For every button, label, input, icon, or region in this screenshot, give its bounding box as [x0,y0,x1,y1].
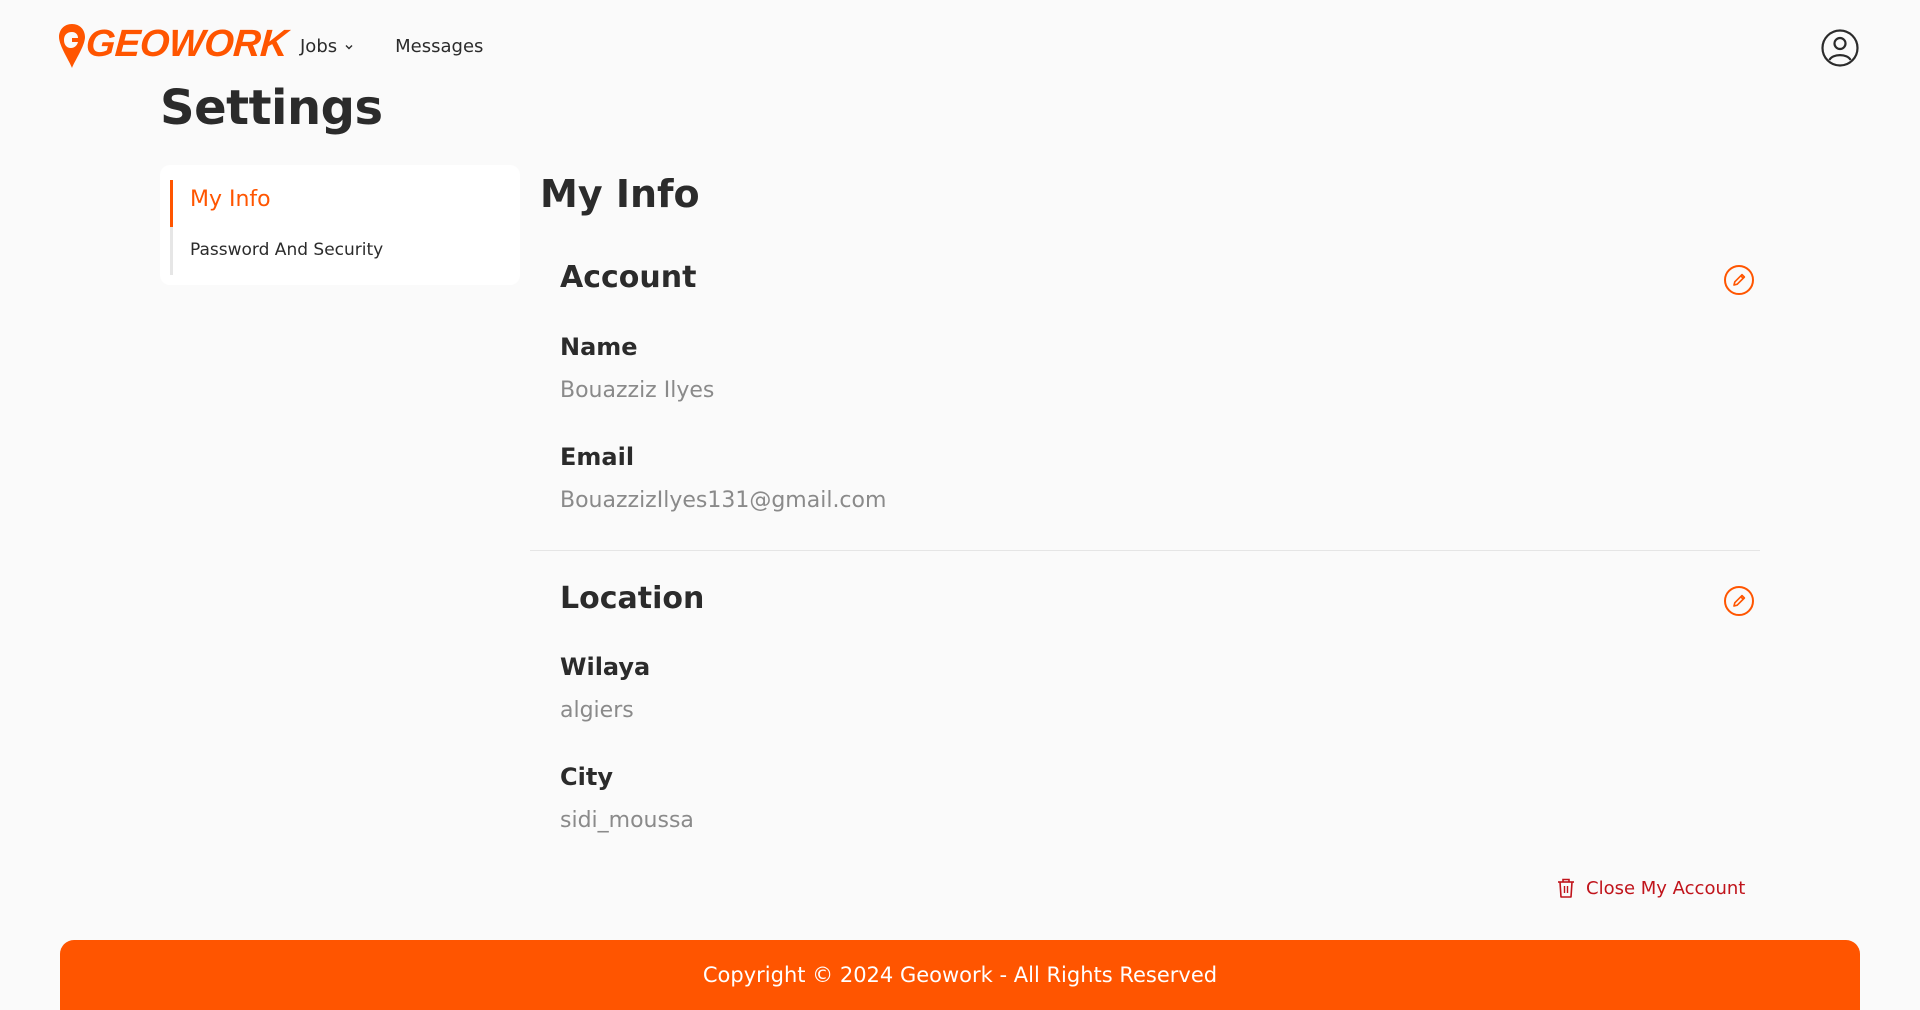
close-account-button[interactable]: Close My Account [1556,877,1745,899]
email-value: BouazzizIlyes131@gmail.com [560,488,887,513]
nav-jobs[interactable]: Jobs [300,36,355,57]
location-section-title: Location [560,581,705,616]
email-label: Email [560,443,635,471]
edit-location-icon[interactable] [1723,585,1755,617]
city-value: sidi_moussa [560,808,694,833]
section-heading-my-info: My Info [540,172,700,216]
name-label: Name [560,333,638,361]
trash-icon [1558,878,1574,898]
nav-messages-label: Messages [395,36,484,57]
footer-copyright: Copyright © 2024 Geowork - All Rights Re… [702,963,1218,987]
settings-sidebar: My Info Password And Security [160,165,520,285]
wilaya-label: Wilaya [560,653,651,681]
section-divider [530,550,1760,551]
sidebar-active-indicator [170,180,173,227]
page-footer: Copyright © 2024 Geowork - All Rights Re… [60,940,1860,1010]
sidebar-item-password-security[interactable]: Password And Security [190,240,383,260]
logo-text: GEOWORK [84,23,289,65]
main-nav: Jobs Messages [300,36,483,57]
close-account-label: Close My Account [1586,877,1746,899]
edit-account-icon[interactable] [1723,264,1755,296]
nav-jobs-label: Jobs [300,36,338,57]
account-section-title: Account [560,260,697,295]
geowork-logo[interactable]: GEOWORK [58,22,289,70]
name-value: Bouazziz Ilyes [560,378,715,403]
wilaya-value: algiers [560,698,634,723]
settings-page: GEOWORK Jobs Messages Settings My Info P… [0,0,1920,1010]
page-title: Settings [160,80,383,136]
nav-messages[interactable]: Messages [395,36,483,57]
sidebar-item-my-info[interactable]: My Info [190,187,271,212]
location-pin-icon [59,24,85,68]
user-profile-icon[interactable] [1820,28,1860,68]
city-label: City [560,763,613,791]
chevron-down-icon [345,44,353,49]
